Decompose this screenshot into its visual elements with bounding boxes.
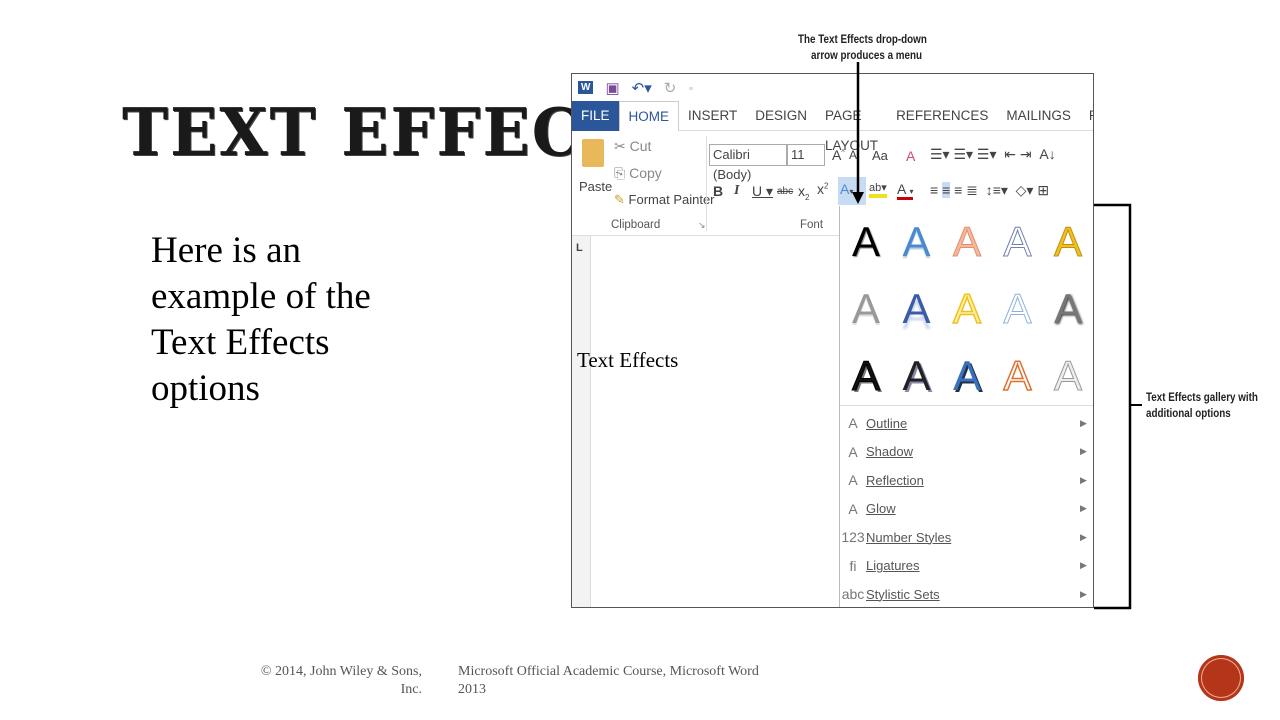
arrow-head (852, 192, 864, 204)
footer-line: 2013 (458, 682, 486, 697)
gallery-bracket (1094, 203, 1132, 610)
callout-lines (852, 62, 1142, 610)
footer-course: Microsoft Official Academic Course, Micr… (458, 663, 759, 699)
footer-line: © 2014, John Wiley & Sons, (260, 664, 422, 679)
callout-line: Text Effects gallery with (1146, 390, 1258, 404)
footer-copyright: © 2014, John Wiley & Sons, Inc. (261, 663, 422, 699)
callout-line: additional options (1146, 406, 1231, 420)
right-callout: Text Effects gallery with additional opt… (1146, 389, 1258, 421)
slide-badge-icon (1198, 655, 1244, 701)
footer-line: Microsoft Official Academic Course, Micr… (458, 664, 759, 679)
footer-line: Inc. (400, 682, 422, 697)
